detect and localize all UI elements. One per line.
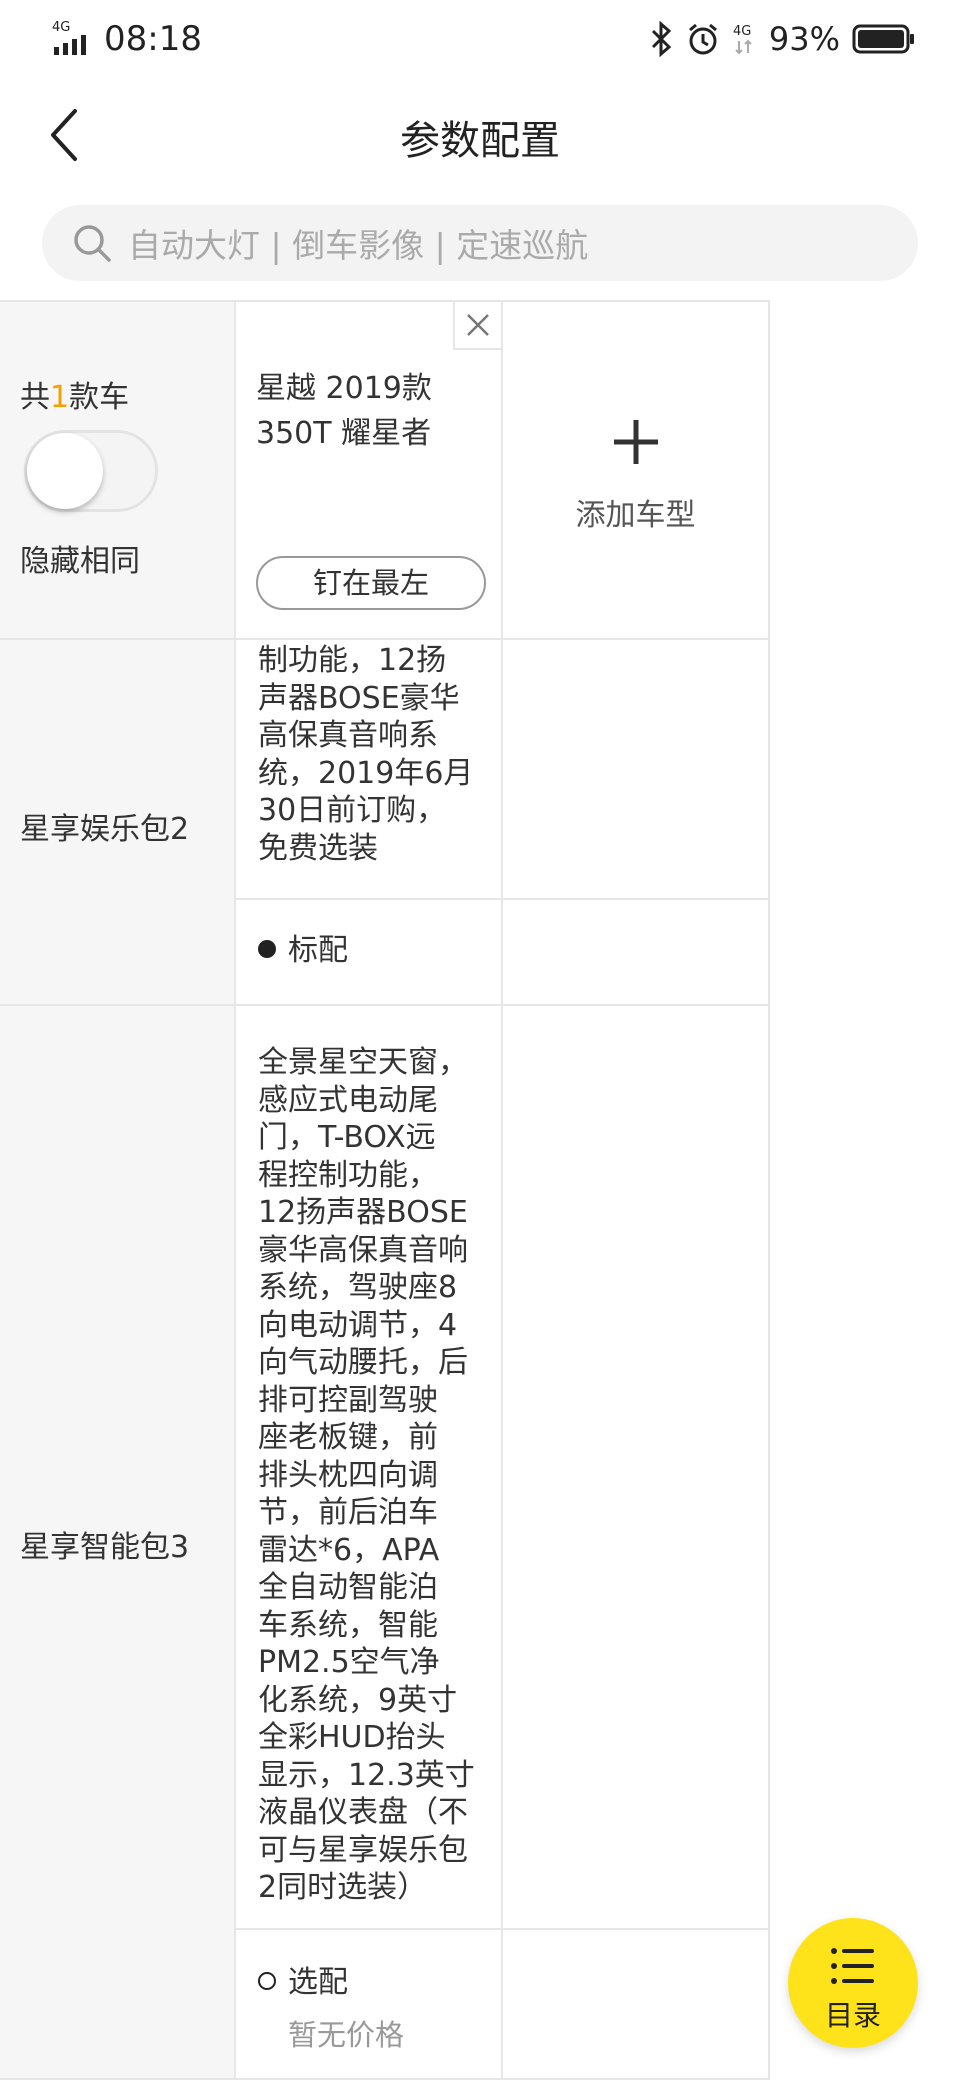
description-line: 12扬声器BOSE: [258, 1195, 468, 1230]
description-line: 化系统，9英寸: [258, 1682, 458, 1718]
description-line: 车系统，智能: [258, 1607, 438, 1643]
description-line: PM2.5空气净: [258, 1645, 440, 1680]
add-car-cell[interactable]: 添加车型: [503, 300, 770, 640]
row-label-cell: 星享智能包3: [0, 1006, 236, 2080]
empty-cell: [503, 1006, 770, 1930]
count-prefix: 共: [20, 380, 50, 415]
catalog-button[interactable]: 目录: [788, 1918, 918, 2048]
signal-icon: 4G: [52, 20, 86, 55]
description-line: 液晶仪表盘（不: [258, 1795, 468, 1830]
description-line: 显示，12.3英寸: [258, 1757, 475, 1793]
status-time: 08:18: [104, 19, 202, 59]
row-description: 制功能，12扬 声器BOSE豪华 高保真音响系 统，2019年6月 30日前订购…: [258, 642, 483, 867]
count-number: 1: [50, 380, 70, 415]
description-line: 统，2019年6月: [258, 755, 474, 791]
count-suffix: 款车: [69, 380, 130, 415]
status-text: 标配: [288, 933, 348, 968]
add-car-label: 添加车型: [575, 498, 696, 533]
description-line: 高保真音响系: [258, 718, 438, 753]
description-line: 排头枕四向调: [258, 1457, 438, 1493]
network-4g-icon: 4G: [733, 24, 752, 55]
row-description-cell: 全景星空天窗， 感应式电动尾 门，T-BOX远 程控制功能， 12扬声器BOSE…: [236, 1006, 503, 1930]
car-name-line2: 350T 耀星者: [256, 416, 432, 451]
pin-left-button[interactable]: 钉在最左: [256, 556, 486, 610]
plus-icon: [613, 420, 658, 464]
description-line: 向气动腰托，后: [258, 1345, 468, 1380]
close-icon: [467, 314, 489, 336]
description-line: 全自动智能泊: [258, 1570, 438, 1605]
row-label-cell: 星享娱乐包2: [0, 640, 236, 1006]
battery-icon: [852, 24, 914, 54]
description-line: 雷达*6，APA: [258, 1532, 440, 1568]
car-name-line1: 星越 2019款: [256, 371, 432, 406]
optional-dot-icon: [258, 1971, 276, 1990]
description-line: 门，T-BOX远: [258, 1120, 436, 1155]
status-text: 选配: [288, 1965, 348, 2000]
row-status-cell: 标配: [236, 900, 503, 1006]
search-icon: [74, 225, 111, 262]
price-text: 暂无价格: [288, 2018, 405, 2052]
spec-table: 共1款车 隐藏相同 星越 2019款 350T 耀星者 钉在最左 添加车型 星享…: [0, 300, 770, 2080]
description-line: 免费选装: [258, 830, 378, 866]
description-line: 向电动调节，4: [258, 1307, 458, 1343]
row-status: 标配: [258, 932, 483, 970]
hide-same-label: 隐藏相同: [20, 544, 140, 579]
description-line: 声器BOSE豪华: [258, 680, 460, 716]
status-left: 4G 08:18: [52, 14, 202, 64]
header-label-cell: 共1款车 隐藏相同: [0, 300, 236, 640]
toggle-knob: [27, 433, 103, 509]
description-line: 排可控副驾驶: [258, 1382, 438, 1418]
empty-cell: [503, 1930, 770, 2080]
car-name: 星越 2019款 350T 耀星者: [256, 366, 476, 456]
catalog-label: 目录: [824, 1999, 881, 2032]
empty-cell: [503, 900, 770, 1006]
row-status-cell: 选配 暂无价格: [236, 1930, 503, 2080]
remove-car-button[interactable]: [453, 302, 501, 350]
description-line: 可与星享娱乐包: [258, 1832, 468, 1868]
description-line: 程控制功能，: [258, 1157, 438, 1193]
car-header-cell: 星越 2019款 350T 耀星者 钉在最左: [236, 300, 503, 640]
alarm-icon: [688, 23, 717, 55]
nav-bar: 参数配置: [0, 80, 960, 190]
description-line: 全景星空天窗，: [258, 1045, 468, 1080]
svg-text:4G: 4G: [52, 20, 70, 35]
description-line: 2同时选装）: [258, 1870, 428, 1905]
description-line: 全彩HUD抬头: [258, 1720, 446, 1755]
description-line: 系统，驾驶座8: [258, 1270, 458, 1305]
description-line: 豪华高保真音响: [258, 1232, 468, 1268]
description-line: 30日前订购，: [258, 793, 447, 828]
search-input[interactable]: 自动大灯 | 倒车影像 | 定速巡航: [42, 205, 918, 281]
svg-text:4G: 4G: [733, 24, 751, 39]
page-title: 参数配置: [400, 118, 560, 164]
car-count: 共1款车: [20, 372, 129, 416]
row-label: 星享娱乐包2: [20, 812, 190, 847]
hide-same-toggle[interactable]: [24, 430, 158, 512]
add-car-button[interactable]: [503, 418, 768, 466]
row-status: 选配: [258, 1964, 483, 2002]
bluetooth-icon: [651, 21, 672, 57]
standard-dot-icon: [258, 939, 276, 958]
status-bar: 4G 08:18 4G 93%: [0, 0, 960, 80]
row-description-cell: 制功能，12扬 声器BOSE豪华 高保真音响系 统，2019年6月 30日前订购…: [236, 640, 503, 900]
list-icon: [831, 1948, 874, 1984]
row-description: 全景星空天窗， 感应式电动尾 门，T-BOX远 程控制功能， 12扬声器BOSE…: [258, 1044, 483, 1907]
status-right: 4G 93%: [649, 14, 916, 64]
battery-percent: 93%: [768, 20, 840, 58]
description-line: 制功能，12扬: [258, 643, 447, 678]
description-line: 感应式电动尾: [258, 1082, 438, 1118]
description-line: 座老板键，前: [258, 1420, 438, 1455]
search-placeholder: 自动大灯 | 倒车影像 | 定速巡航: [128, 226, 589, 265]
description-line: 节，前后泊车: [258, 1495, 438, 1530]
row-label: 星享智能包3: [20, 1530, 190, 1565]
empty-cell: [503, 640, 770, 900]
